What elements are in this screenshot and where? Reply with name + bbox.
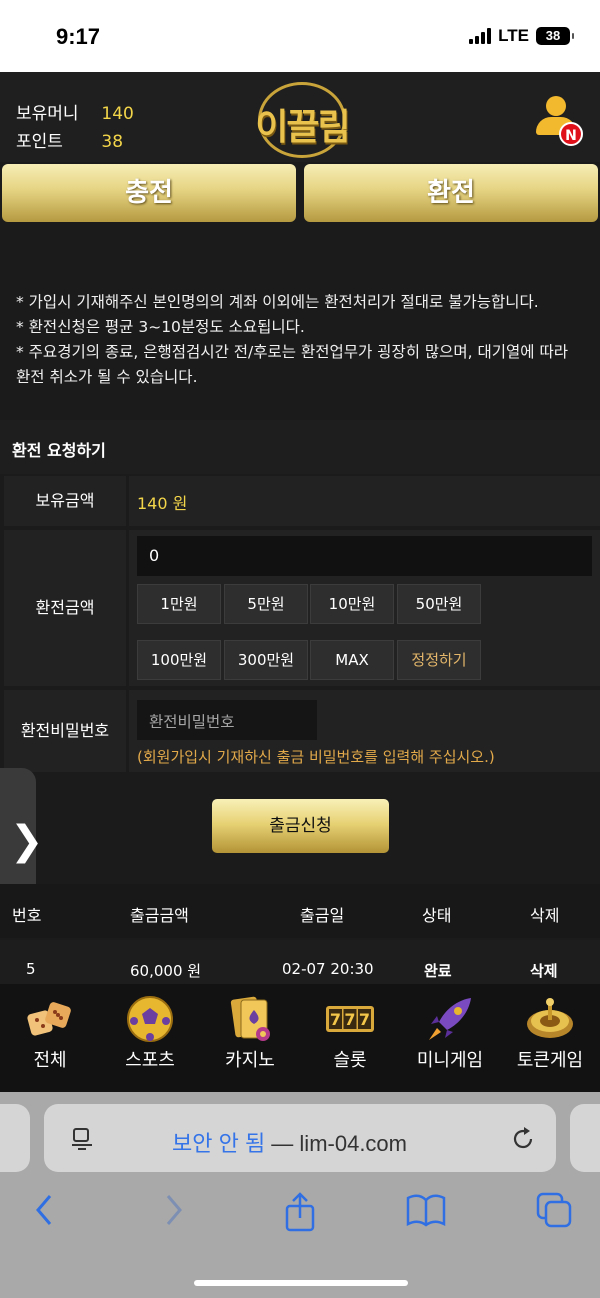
notice-item: * 가입시 기재해주신 본인명의의 계좌 이외에는 환전처리가 절대로 불가능합… xyxy=(16,293,539,311)
nav-item-all[interactable]: 전체 xyxy=(0,984,100,1092)
game-nav: 전체 스포츠 카지노 7 7 7 슬롯 미니게임 토큰게임 xyxy=(0,984,600,1092)
history-header: 번호 출금금액 출금일 상태 삭제 xyxy=(0,884,600,938)
chip-1m[interactable]: 100만원 xyxy=(137,640,221,680)
balance-value: 140 원 xyxy=(129,476,600,526)
url-domain: lim-04.com xyxy=(299,1131,407,1156)
url-separator: — xyxy=(265,1131,300,1156)
status-indicators: LTE 38 xyxy=(469,26,574,46)
soccer-ball-icon xyxy=(127,996,173,1042)
row-delete-button[interactable]: 삭제 xyxy=(530,960,558,981)
tabs-icon[interactable] xyxy=(536,1192,572,1228)
svg-text:7: 7 xyxy=(330,1010,341,1029)
tab-charge[interactable]: 충전 xyxy=(2,164,296,222)
previous-tab-preview[interactable] xyxy=(0,1104,30,1172)
notification-badge: N xyxy=(559,122,583,146)
row-date: 02-07 20:30 xyxy=(282,960,374,978)
battery-icon: 38 xyxy=(536,27,574,45)
bookmarks-icon[interactable] xyxy=(406,1192,446,1228)
chip-100k[interactable]: 10만원 xyxy=(310,584,394,624)
nav-item-casino[interactable]: 카지노 xyxy=(200,984,300,1092)
point-row: 포인트 38 xyxy=(16,127,123,152)
chip-500k[interactable]: 50만원 xyxy=(397,584,481,624)
network-label: LTE xyxy=(498,26,529,45)
row-amount: 60,000 원 xyxy=(130,962,202,980)
url-text: 보안 안 됨 — lim-04.com xyxy=(172,1126,407,1158)
rocket-icon xyxy=(429,998,471,1040)
user-head-shape xyxy=(546,96,566,116)
reset-button[interactable]: 정정하기 xyxy=(397,640,481,680)
nav-item-sports[interactable]: 스포츠 xyxy=(100,984,200,1092)
row-no: 5 xyxy=(26,960,36,978)
signal-icon xyxy=(469,28,492,44)
amount-label: 환전금액 xyxy=(4,530,126,686)
share-icon[interactable] xyxy=(284,1192,316,1232)
reload-icon[interactable] xyxy=(510,1126,536,1152)
withdraw-submit-button[interactable]: 출금신청 xyxy=(212,799,389,853)
svg-text:7: 7 xyxy=(344,1010,355,1029)
next-tab-preview[interactable] xyxy=(570,1104,600,1172)
site-logo[interactable]: 이끌림 xyxy=(250,82,354,158)
browser-bar: 보안 안 됨 — lim-04.com xyxy=(0,1092,600,1298)
status-time: 9:17 xyxy=(56,24,101,49)
money-label: 보유머니 xyxy=(16,104,79,124)
page-menu-icon[interactable] xyxy=(70,1126,94,1150)
money-value: 140 xyxy=(101,104,134,124)
notice-item: * 환전신청은 평균 3~10분정도 소요됩니다. xyxy=(16,318,305,336)
nav-item-slot[interactable]: 7 7 7 슬롯 xyxy=(300,984,400,1092)
address-bar[interactable]: 보안 안 됨 — lim-04.com xyxy=(44,1104,556,1172)
history-col-delete: 삭제 xyxy=(530,906,560,925)
nav-label: 슬롯 xyxy=(333,1050,367,1071)
password-hint: (회원가입시 기재하신 출금 비밀번호를 입력해 주십시오.) xyxy=(137,748,495,766)
password-cell: 환전비밀번호 (회원가입시 기재하신 출금 비밀번호를 입력해 주십시오.) xyxy=(129,690,600,772)
money-row: 보유머니 140 xyxy=(16,99,134,124)
amount-cell: 0 1만원 5만원 10만원 50만원 100만원 300만원 MAX 정정하기 xyxy=(129,530,600,686)
nav-label: 카지노 xyxy=(225,1050,275,1071)
nav-item-token-game[interactable]: 토큰게임 xyxy=(500,984,600,1092)
nav-label: 전체 xyxy=(33,1050,67,1071)
row-status: 완료 xyxy=(424,962,452,980)
password-input[interactable]: 환전비밀번호 xyxy=(137,700,317,740)
nav-label: 토큰게임 xyxy=(516,1050,584,1071)
notice-list: * 가입시 기재해주신 본인명의의 계좌 이외에는 환전처리가 절대로 불가능합… xyxy=(16,290,586,390)
history-col-status: 상태 xyxy=(422,906,452,925)
history-col-date: 출금일 xyxy=(300,906,345,925)
dice-icon xyxy=(27,1002,71,1036)
chip-10k[interactable]: 1만원 xyxy=(137,584,221,624)
chevron-right-icon[interactable]: ❯ xyxy=(10,818,44,864)
roulette-icon xyxy=(527,998,573,1038)
forward-icon[interactable] xyxy=(162,1192,186,1228)
slot-777-icon: 7 7 7 xyxy=(326,1006,374,1032)
balance-label: 보유금액 xyxy=(4,476,126,526)
chip-max[interactable]: MAX xyxy=(310,640,394,680)
amount-input[interactable]: 0 xyxy=(137,536,592,576)
history-col-amount: 출금금액 xyxy=(130,906,189,925)
table-row: 5 60,000 원 02-07 20:30 완료 삭제 xyxy=(0,940,600,984)
chip-50k[interactable]: 5만원 xyxy=(224,584,308,624)
nav-label: 스포츠 xyxy=(125,1050,175,1071)
svg-text:7: 7 xyxy=(359,1010,370,1029)
chip-3m[interactable]: 300만원 xyxy=(224,640,308,680)
home-indicator xyxy=(194,1280,408,1286)
status-bar: 9:17 LTE 38 xyxy=(0,0,600,72)
point-value: 38 xyxy=(101,132,124,152)
logo-text: 이끌림 xyxy=(255,107,350,148)
notice-item: * 주요경기의 종료, 은행점검시간 전/후로는 환전업무가 굉장히 많으며, … xyxy=(16,343,569,386)
back-icon[interactable] xyxy=(32,1192,56,1228)
section-title: 환전 요청하기 xyxy=(0,420,600,474)
password-label: 환전비밀번호 xyxy=(4,690,126,772)
security-warning: 보안 안 됨 xyxy=(172,1131,266,1156)
point-label: 포인트 xyxy=(16,132,63,152)
history-col-no: 번호 xyxy=(12,906,42,925)
tab-exchange[interactable]: 환전 xyxy=(304,164,598,222)
nav-label: 미니게임 xyxy=(416,1050,484,1071)
playing-cards-icon xyxy=(230,996,270,1041)
site-header: 보유머니 140 포인트 38 이끌림 xyxy=(0,72,600,162)
user-profile-icon[interactable]: N xyxy=(534,96,584,150)
nav-item-minigame[interactable]: 미니게임 xyxy=(400,984,500,1092)
